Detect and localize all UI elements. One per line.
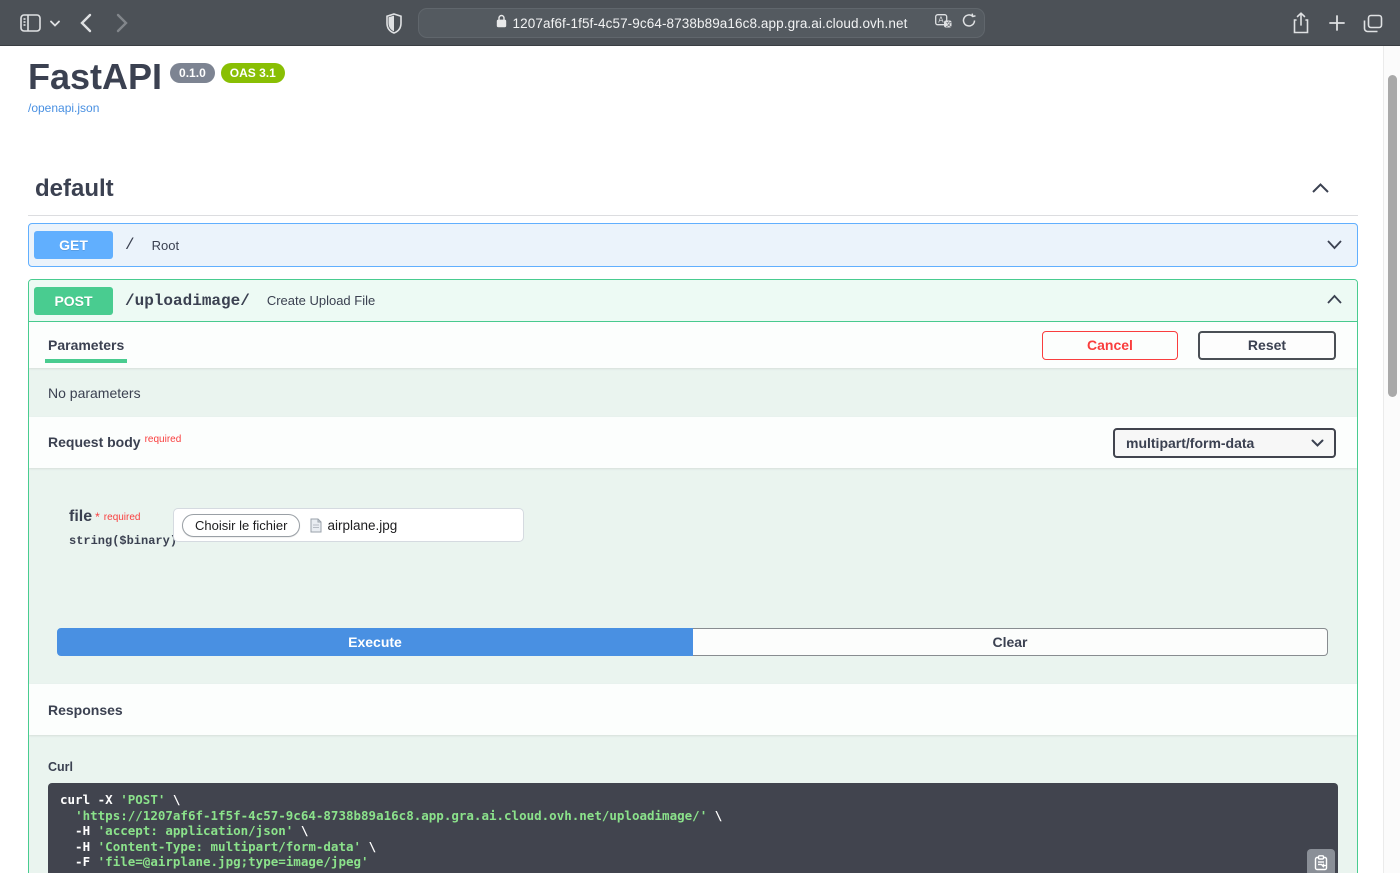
opblock-get-root: GET / Root [28,223,1358,267]
request-body-header: Request body required multipart/form-data [29,417,1357,468]
execute-button[interactable]: Execute [57,628,693,656]
tag-collapse-chevron-up-icon[interactable] [1309,180,1332,199]
get-method-button[interactable]: GET [34,231,113,259]
no-parameters-row: No parameters [29,368,1357,417]
reload-icon[interactable] [962,13,976,33]
oas-badge: OAS 3.1 [221,63,285,83]
select-chevron-down-icon [1311,439,1324,447]
responses-header: Responses [29,684,1357,735]
swagger-page: FastAPI 0.1.0 OAS 3.1 /openapi.json defa… [0,46,1400,873]
page-title: FastAPI [28,57,162,97]
copy-to-clipboard-button[interactable] [1307,849,1335,873]
request-body-required: required [145,434,182,445]
back-icon[interactable] [80,0,92,46]
file-field-name: file [69,508,92,525]
translate-icon[interactable]: A文 [935,14,952,33]
tag-section-header[interactable]: default [28,175,1358,203]
file-field-type: string($binary) [69,534,173,548]
file-required-text: required [104,512,141,523]
address-bar[interactable]: 1207af6f-1f5f-4c57-9c64-8738b89a16c8.app… [418,8,985,38]
responses-label: Responses [48,702,123,718]
get-expand-chevron-down-icon[interactable] [1324,236,1345,255]
request-body-label: Request body [48,434,141,450]
media-type-select[interactable]: multipart/form-data [1113,428,1336,458]
sidebar-toggle-icon[interactable] [20,0,41,46]
scrollbar-thumb[interactable] [1388,75,1397,397]
active-tab-underline [45,359,127,363]
curl-label: Curl [48,760,1337,774]
openapi-spec-link[interactable]: /openapi.json [28,101,99,115]
version-badge: 0.1.0 [170,63,215,83]
post-summary: Create Upload File [267,293,375,308]
get-path: / [125,236,135,254]
curl-command-block[interactable]: curl -X 'POST' \ 'https://1207af6f-1f5f-… [48,783,1338,873]
choose-file-button[interactable]: Choisir le fichier [182,514,300,537]
parameters-header: Parameters Cancel Reset [29,322,1357,368]
opblock-post-uploadimage: POST /uploadimage/ Create Upload File Pa… [28,279,1358,873]
curl-section: Curl curl -X 'POST' \ 'https://1207af6f-… [29,735,1357,873]
clear-button[interactable]: Clear [693,628,1328,656]
url-text: 1207af6f-1f5f-4c57-9c64-8738b89a16c8.app… [513,16,908,31]
get-summary: Root [152,238,179,253]
browser-toolbar: 1207af6f-1f5f-4c57-9c64-8738b89a16c8.app… [0,0,1400,46]
no-parameters-text: No parameters [48,385,141,401]
tag-title: default [35,175,114,203]
file-document-icon [310,518,322,533]
cancel-button[interactable]: Cancel [1042,331,1178,360]
post-path: /uploadimage/ [125,292,250,310]
svg-text:文: 文 [946,20,952,28]
forward-icon[interactable] [116,0,128,46]
file-parameter-row: file* required string($binary) Choisir le… [69,508,1328,548]
reset-button[interactable]: Reset [1198,331,1336,360]
share-icon[interactable] [1292,0,1310,46]
tab-overview-icon[interactable] [1363,0,1383,46]
get-summary-row[interactable]: GET / Root [29,224,1357,266]
scrollbar-track[interactable] [1383,46,1400,873]
tag-divider [28,215,1358,216]
new-tab-icon[interactable] [1328,0,1346,46]
selected-filename: airplane.jpg [327,518,397,533]
file-required-star: * [95,510,100,524]
post-collapse-chevron-up-icon[interactable] [1324,291,1345,310]
request-body-section: file* required string($binary) Choisir le… [29,468,1357,684]
sidebar-dropdown-chevron-icon[interactable] [50,0,60,46]
execute-row: Execute Clear [57,628,1328,656]
tab-parameters[interactable]: Parameters [48,337,124,353]
file-upload-input[interactable]: Choisir le fichier airplane.jpg [173,508,524,542]
media-type-value: multipart/form-data [1126,435,1254,451]
post-summary-row[interactable]: POST /uploadimage/ Create Upload File [29,280,1357,322]
api-info: FastAPI 0.1.0 OAS 3.1 /openapi.json [28,46,1358,117]
post-method-button[interactable]: POST [34,287,113,315]
privacy-shield-icon[interactable] [386,0,402,46]
clipboard-copy-icon [1313,855,1329,871]
lock-icon [496,14,507,33]
svg-text:A: A [938,15,944,24]
